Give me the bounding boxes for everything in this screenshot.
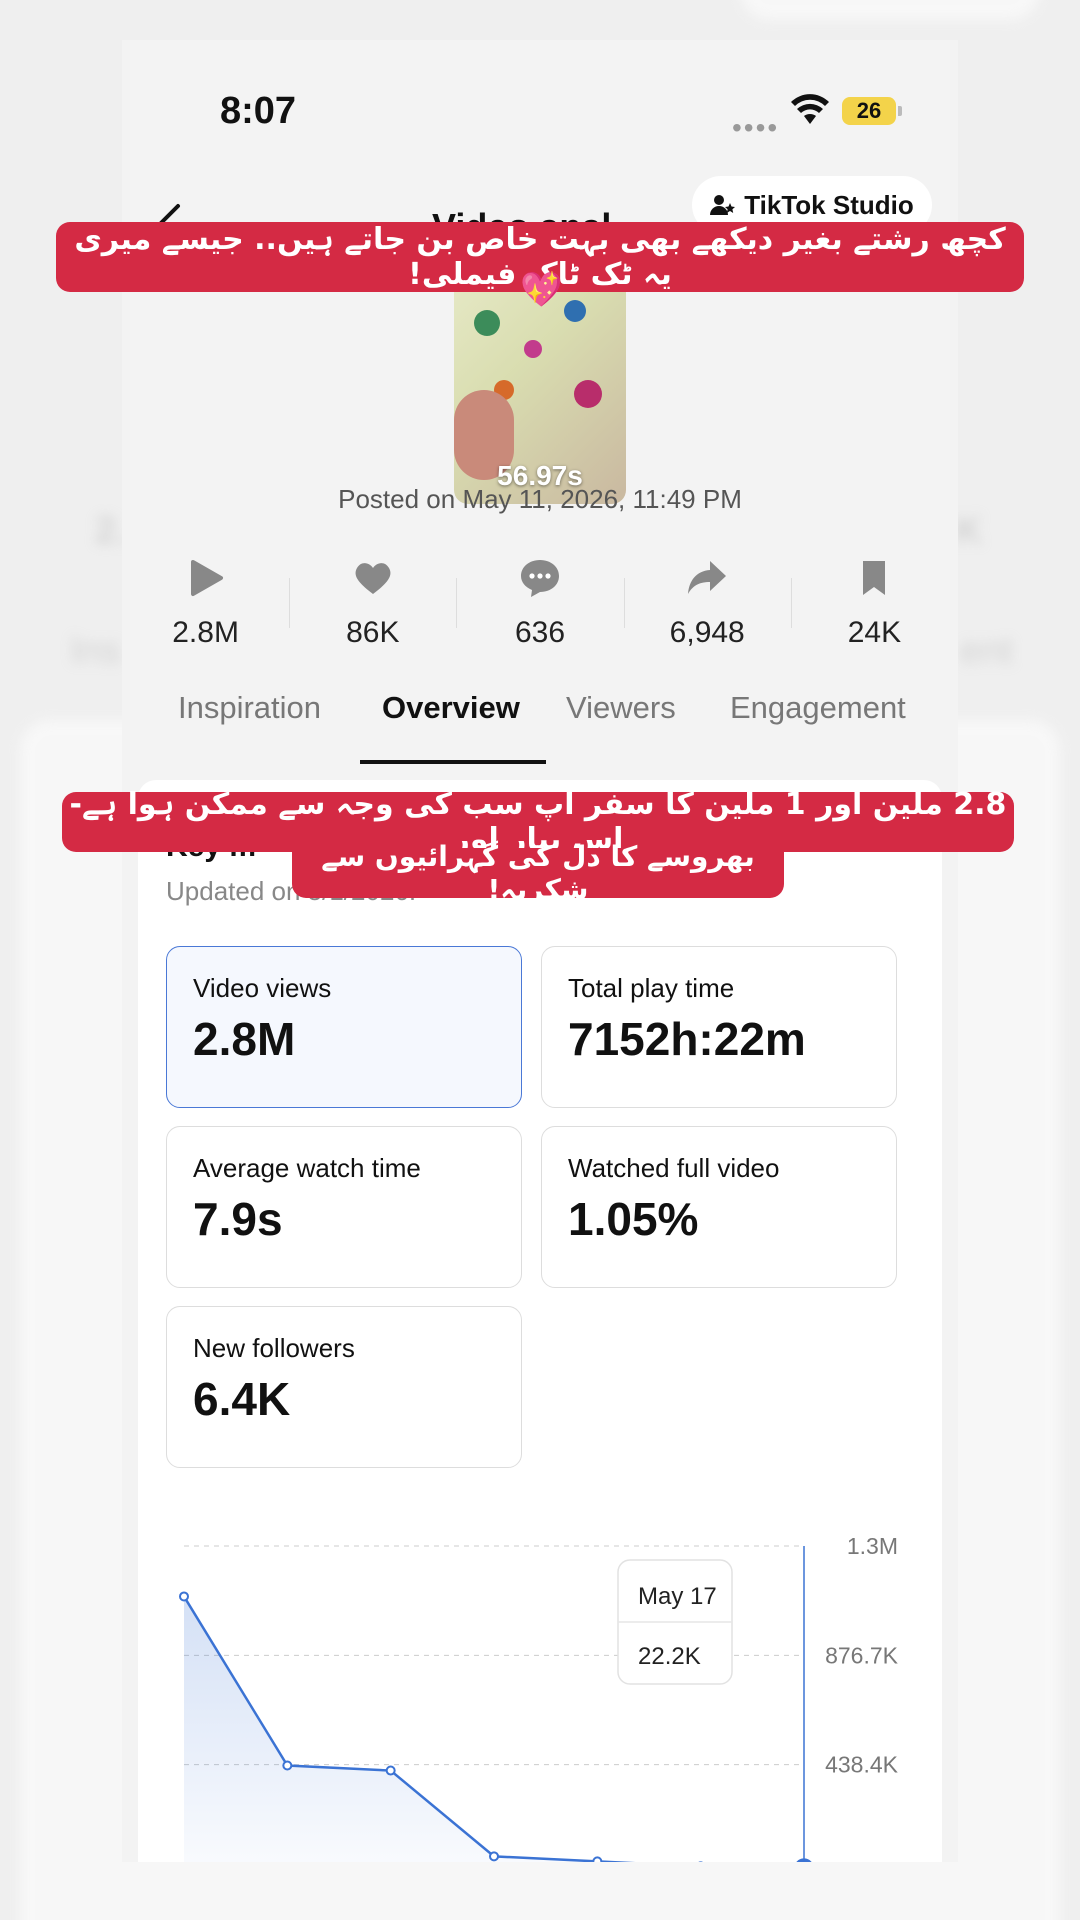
status-bar: 8:07 •••• 26	[122, 40, 958, 180]
y-tick-label: 438.4K	[825, 1752, 899, 1778]
chart-data-point[interactable]	[282, 1760, 293, 1771]
stat-value: 86K	[346, 616, 400, 649]
chart-data-point[interactable]	[592, 1856, 603, 1862]
stat-value: 636	[514, 616, 566, 649]
tab-bar: Inspiration Overview Viewers Engagement	[122, 690, 958, 772]
signal-icon: ••••	[732, 112, 780, 143]
metric-card-watched-full-video[interactable]: Watched full video 1.05%	[541, 1126, 897, 1288]
stat-shares: 6,948	[623, 550, 791, 680]
battery-indicator: 26	[842, 97, 902, 125]
tab-viewers[interactable]: Viewers	[566, 690, 676, 726]
metric-value: 1.05%	[568, 1193, 699, 1245]
tab-engagement[interactable]: Engagement	[730, 690, 906, 726]
metric-card-total-play-time[interactable]: Total play time 7152h:22m	[541, 946, 897, 1108]
status-time: 8:07	[220, 90, 297, 132]
tooltip-date: May 17	[638, 1583, 717, 1610]
stat-value: 2.8M	[172, 616, 239, 649]
chart-data-point[interactable]	[489, 1851, 499, 1862]
chart-tooltip: May 17 22.2K	[617, 1559, 733, 1685]
chart-data-point[interactable]	[179, 1591, 189, 1602]
chart-data-point[interactable]	[385, 1765, 396, 1776]
heart-icon	[355, 563, 391, 594]
comment-icon	[521, 560, 559, 597]
tab-inspiration[interactable]: Inspiration	[178, 690, 321, 726]
active-tab-indicator	[360, 760, 546, 764]
metric-label: New followers	[193, 1333, 355, 1363]
stat-likes: 86K	[289, 550, 456, 680]
play-icon	[190, 560, 223, 596]
views-line-chart[interactable]: 1.3M 876.7K 438.4K May 17 22.2K	[138, 1510, 942, 1862]
metric-value: 2.8M	[193, 1013, 296, 1065]
posted-date: Posted on May 11, 2026, 11:49 PM	[338, 484, 742, 514]
tab-overview[interactable]: Overview	[382, 690, 520, 726]
y-tick-label: 1.3M	[847, 1533, 898, 1559]
sparkling-heart-icon: 💖	[520, 271, 563, 309]
metric-card-new-followers[interactable]: New followers 6.4K	[166, 1306, 522, 1468]
key-metrics-panel: Key m Updated on 5/1/2026. Video views 2…	[138, 780, 942, 1862]
metric-label: Total play time	[568, 973, 735, 1003]
engagement-stats: 2.8M 86K 636 6,948 24K	[122, 550, 958, 680]
wifi-icon	[791, 94, 829, 124]
metric-label: Watched full video	[568, 1153, 780, 1183]
share-icon	[688, 561, 727, 594]
metric-value: 7.9s	[193, 1193, 283, 1245]
caption-banner-middle-line2: بھروسے کا دل کی گہرائیوں سے شکریہ!	[292, 840, 784, 906]
user-star-icon	[710, 195, 736, 215]
metric-card-average-watch-time[interactable]: Average watch time 7.9s	[166, 1126, 522, 1288]
phone-screen: 8:07 •••• 26 Video anal... TikTok Studio…	[122, 40, 958, 1862]
bookmark-icon	[863, 561, 886, 595]
metric-label: Video views	[193, 973, 332, 1003]
studio-button-label: TikTok Studio	[744, 189, 914, 220]
stat-value: 24K	[847, 616, 902, 649]
stat-value: 6,948	[669, 616, 745, 649]
tooltip-value: 22.2K	[638, 1643, 701, 1670]
stat-saves: 24K	[790, 550, 958, 680]
metric-value: 6.4K	[193, 1373, 291, 1425]
y-tick-label: 876.7K	[825, 1642, 899, 1668]
metric-card-video-views[interactable]: Video views 2.8M	[166, 946, 522, 1108]
stat-comments: 636	[456, 550, 623, 680]
metric-label: Average watch time	[193, 1153, 421, 1183]
stat-views: 2.8M	[122, 550, 289, 680]
metric-value: 7152h:22m	[568, 1013, 806, 1065]
